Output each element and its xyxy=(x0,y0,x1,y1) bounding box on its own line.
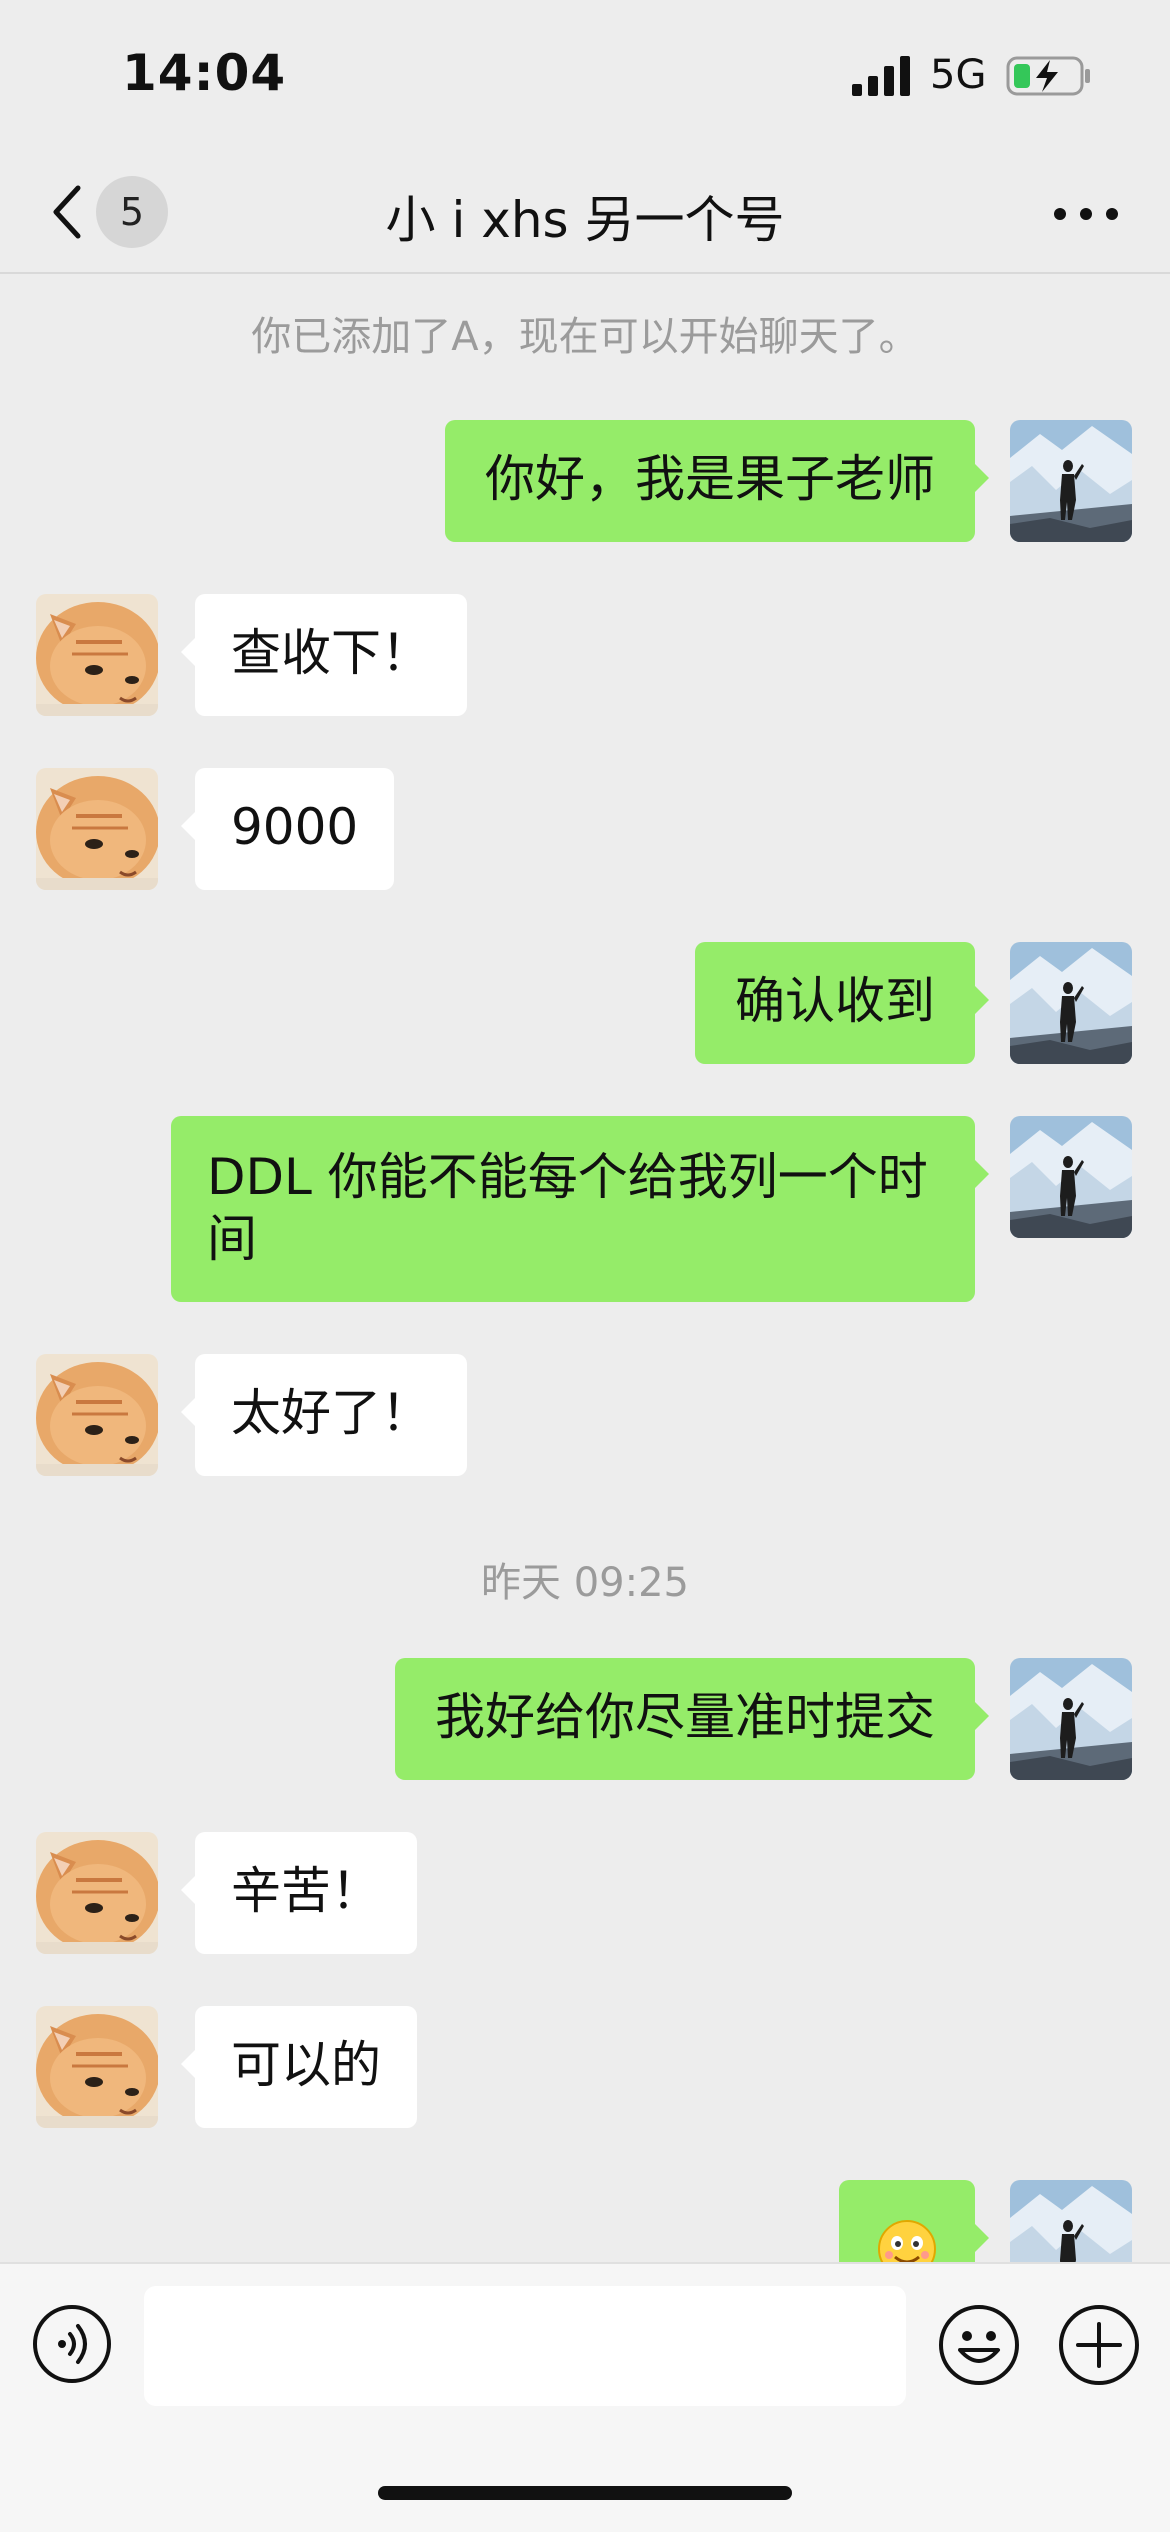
status-bar: 14:04 5G xyxy=(0,0,1170,150)
contact-avatar[interactable] xyxy=(36,1832,158,1954)
message-bubble[interactable]: 9000 xyxy=(180,768,395,890)
emoji-icon[interactable] xyxy=(938,2304,1020,2386)
chat-screen: 14:04 5G 5 小 i xhs 另一个号 你已添加了A，现在可以开始聊天了… xyxy=(0,0,1170,2532)
my-avatar[interactable] xyxy=(1010,942,1132,1064)
voice-icon[interactable] xyxy=(32,2304,112,2384)
network-label: 5G xyxy=(930,52,987,98)
message-bubble[interactable]: 确认收到 xyxy=(695,942,989,1064)
message-bubble[interactable]: 太好了！ xyxy=(181,1354,467,1476)
contact-avatar[interactable] xyxy=(36,2006,158,2128)
time-divider: 昨天 09:25 xyxy=(481,1560,689,1606)
chat-header: 5 小 i xhs 另一个号 xyxy=(0,150,1170,274)
back-button[interactable]: 5 xyxy=(36,172,176,252)
contact-avatar[interactable] xyxy=(36,594,158,716)
emoji-message-bubble[interactable] xyxy=(839,2180,989,2262)
my-avatar[interactable] xyxy=(1010,1116,1132,1238)
chat-title: 小 i xhs 另一个号 xyxy=(385,191,785,249)
my-avatar[interactable] xyxy=(1010,420,1132,542)
chevron-left-icon xyxy=(53,185,81,239)
message-bubble[interactable]: 我好给你尽量准时提交 xyxy=(395,1658,989,1780)
message-bubble[interactable]: 你好，我是果子老师 xyxy=(445,420,989,542)
home-indicator[interactable] xyxy=(378,2486,792,2500)
more-dots-icon[interactable] xyxy=(1046,186,1126,242)
message-input[interactable] xyxy=(144,2286,906,2406)
message-bubble[interactable]: 查收下！ xyxy=(181,594,467,716)
smile-thumbs-up-emoji xyxy=(878,2219,936,2262)
my-avatar[interactable] xyxy=(1010,2180,1132,2262)
signal-icon xyxy=(852,56,910,96)
my-avatar[interactable] xyxy=(1010,1658,1132,1780)
unread-badge: 5 xyxy=(96,176,168,248)
contact-avatar[interactable] xyxy=(36,768,158,890)
plus-icon[interactable] xyxy=(1058,2304,1140,2386)
battery-charging-icon xyxy=(1006,56,1090,96)
status-time: 14:04 xyxy=(122,44,287,102)
contact-avatar[interactable] xyxy=(36,1354,158,1476)
message-list[interactable]: 你已添加了A，现在可以开始聊天了。 你好，我是果子老师 查收下！ 9000 确认… xyxy=(0,274,1170,2262)
message-bubble[interactable]: 辛苦！ xyxy=(181,1832,417,1954)
message-bubble[interactable]: 可以的 xyxy=(181,2006,417,2128)
system-notice: 你已添加了A，现在可以开始聊天了。 xyxy=(251,314,919,360)
message-bubble[interactable]: DDL 你能不能每个给我列一个时间 xyxy=(171,1116,989,1302)
